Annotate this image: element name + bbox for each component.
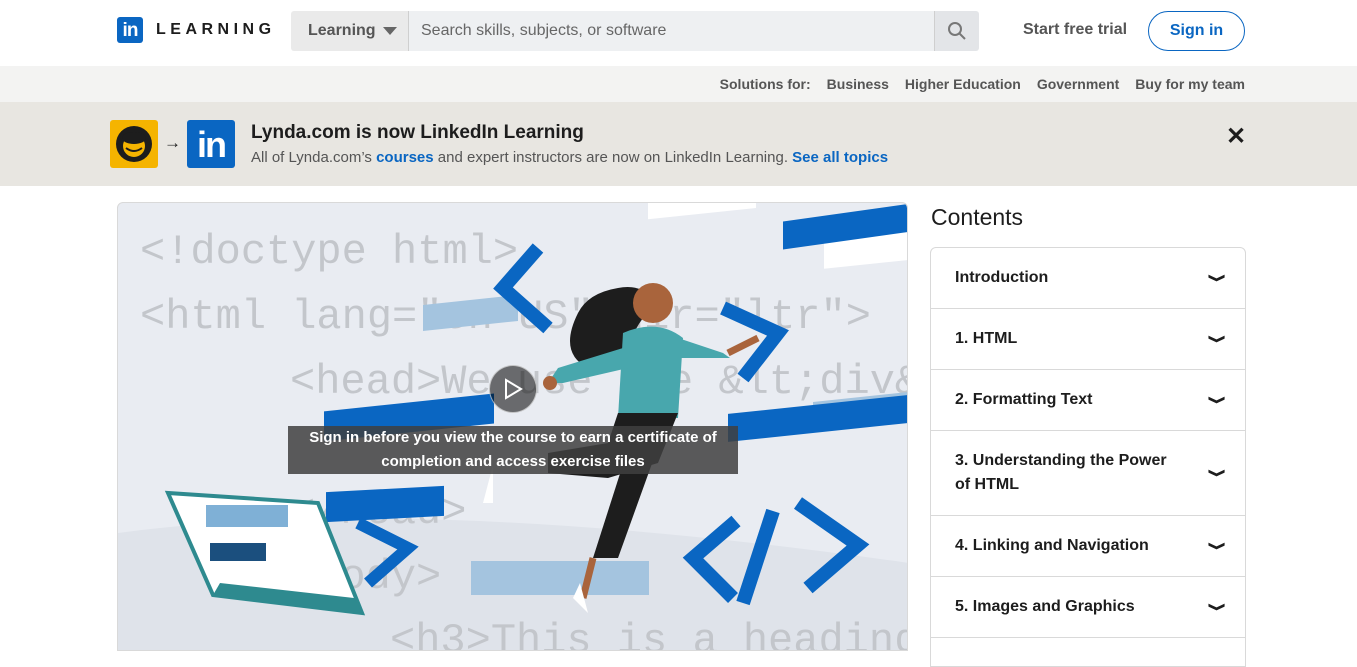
search-category-select[interactable]: Learning: [291, 11, 409, 51]
toc-item-label: 1. HTML: [955, 330, 1018, 347]
play-icon: [505, 378, 523, 400]
toc-item-label: Introduction: [955, 269, 1049, 286]
logo-text: LEARNING: [156, 21, 276, 38]
linkedin-icon: in: [117, 17, 143, 43]
toc-item-linking-navigation[interactable]: 4. Linking and Navigation ❯: [931, 516, 1245, 577]
chevron-down-icon: ❯: [1207, 602, 1225, 612]
solutions-bar: Solutions for: Business Higher Education…: [0, 66, 1357, 102]
course-video-player[interactable]: <!doctype html> <html lang="en-US" dir="…: [117, 202, 908, 651]
solutions-business-link[interactable]: Business: [827, 76, 889, 92]
code-line: <!doctype html>: [140, 228, 518, 276]
toc-item-label: 5. Images and Graphics: [955, 598, 1135, 615]
sign-in-button[interactable]: Sign in: [1148, 11, 1245, 51]
table-of-contents: Introduction ❯ 1. HTML ❯ 2. Formatting T…: [930, 247, 1246, 667]
toc-item-label: 4. Linking and Navigation: [955, 537, 1149, 554]
search-icon: [948, 22, 966, 40]
lynda-migration-banner: → in Lynda.com is now LinkedIn Learning …: [0, 102, 1357, 186]
top-header: in LEARNING Learning Start free trial Si…: [0, 0, 1357, 66]
search-button[interactable]: [934, 11, 979, 51]
chevron-down-icon: ❯: [1207, 334, 1225, 344]
toc-item-formatting-text[interactable]: 2. Formatting Text ❯: [931, 370, 1245, 431]
search-bar: Learning: [291, 11, 979, 51]
banner-description: All of Lynda.com’s courses and expert in…: [251, 149, 888, 166]
code-line: <h3>This is a heading: [390, 617, 908, 651]
toc-item-images-graphics[interactable]: 5. Images and Graphics ❯: [931, 577, 1245, 638]
caret-down-icon: [382, 27, 397, 35]
banner-title: Lynda.com is now LinkedIn Learning: [251, 122, 584, 143]
toc-item-html[interactable]: 1. HTML ❯: [931, 309, 1245, 370]
chevron-down-icon: ❯: [1207, 541, 1225, 551]
linkedin-learning-logo[interactable]: in LEARNING: [117, 17, 276, 43]
toc-item-label: 2. Formatting Text: [955, 391, 1093, 408]
solutions-government-link[interactable]: Government: [1037, 76, 1119, 92]
toc-item-introduction[interactable]: Introduction ❯: [931, 248, 1245, 309]
linkedin-icon: in: [187, 120, 235, 168]
video-sign-in-caption: Sign in before you view the course to ea…: [288, 426, 738, 474]
toc-item-understanding-html[interactable]: 3. Understanding the Power of HTML ❯: [931, 431, 1245, 516]
solutions-label: Solutions for:: [719, 76, 811, 92]
chevron-down-icon: ❯: [1207, 273, 1225, 283]
courses-link[interactable]: courses: [376, 149, 434, 166]
see-all-topics-link[interactable]: See all topics: [792, 149, 888, 166]
play-button[interactable]: [489, 365, 537, 413]
chevron-down-icon: ❯: [1207, 395, 1225, 405]
banner-desc-text: All of Lynda.com’s: [251, 149, 377, 166]
solutions-higher-education-link[interactable]: Higher Education: [905, 76, 1021, 92]
start-free-trial-link[interactable]: Start free trial: [1023, 21, 1127, 39]
contents-heading: Contents: [931, 204, 1024, 230]
buy-for-team-link[interactable]: Buy for my team: [1135, 76, 1245, 92]
search-input[interactable]: [409, 11, 934, 51]
search-category-label: Learning: [308, 22, 376, 39]
toc-item-label: 3. Understanding the Power of HTML: [955, 452, 1167, 493]
chevron-down-icon: ❯: [1207, 468, 1225, 478]
close-icon[interactable]: ✕: [1226, 122, 1246, 151]
arrow-right-icon: →: [164, 133, 181, 152]
banner-desc-text-2: and expert instructors are now on Linked…: [433, 149, 793, 166]
lynda-logo-icon: [110, 120, 158, 168]
